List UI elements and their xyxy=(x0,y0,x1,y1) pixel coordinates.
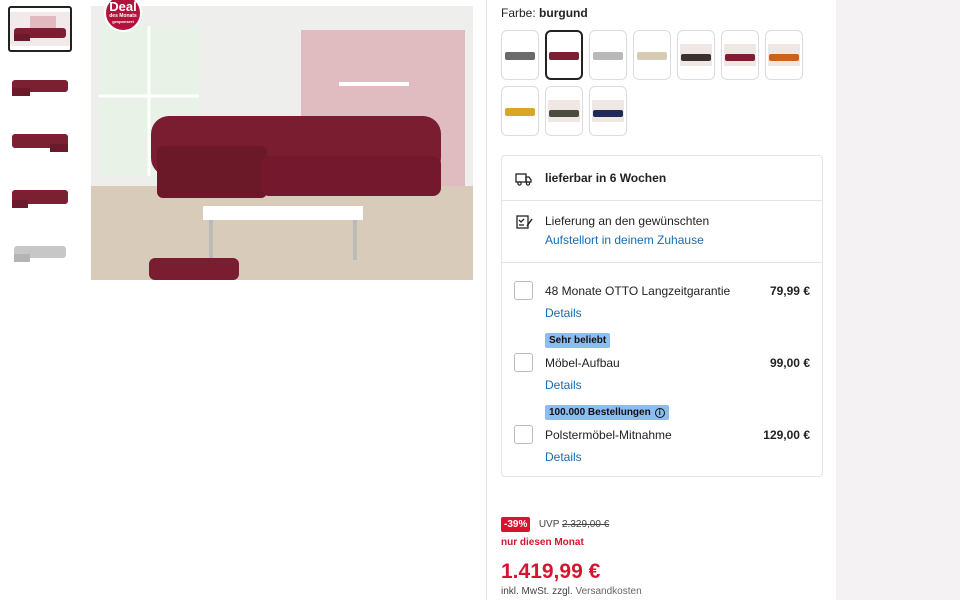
orders-count-badge-label: 100.000 Bestellungen xyxy=(549,407,651,418)
thumbnail-gallery xyxy=(8,6,74,286)
service-checkbox-pickup[interactable] xyxy=(514,425,533,444)
popular-badge-label: Sehr beliebt xyxy=(549,335,607,346)
service-checkbox-assembly[interactable] xyxy=(514,353,533,372)
swatch-4[interactable] xyxy=(633,30,671,80)
swatch-5[interactable] xyxy=(677,30,715,80)
separator xyxy=(502,262,822,263)
service-name-warranty: 48 Monate OTTO Langzeitgarantie xyxy=(545,284,731,298)
uvp-price: UVP 2.329,00 € xyxy=(539,519,609,530)
deal-badge-sponsored: gesponsert xyxy=(112,19,134,24)
thumbnail-1[interactable] xyxy=(8,6,72,52)
product-main-image[interactable] xyxy=(91,6,473,280)
service-price-warranty: 79,99 € xyxy=(769,284,810,298)
swatch-9[interactable] xyxy=(545,86,583,136)
service-details-link-assembly[interactable]: Details xyxy=(545,378,582,392)
info-icon[interactable]: i xyxy=(654,407,665,418)
column-divider xyxy=(486,0,487,600)
swatch-1[interactable] xyxy=(501,30,539,80)
swatch-10[interactable] xyxy=(589,86,627,136)
delivery-services-box: lieferbar in 6 Wochen Lieferung an den g… xyxy=(501,155,823,477)
thumbnail-2[interactable] xyxy=(8,62,72,108)
selected-color-name: burgund xyxy=(539,6,588,20)
service-checkbox-warranty[interactable] xyxy=(514,281,533,300)
service-name-pickup: Polstermöbel-Mitnahme xyxy=(545,428,672,442)
service-details-link-warranty[interactable]: Details xyxy=(545,306,582,320)
service-price-pickup: 129,00 € xyxy=(763,428,810,442)
price-section: -39% UVP 2.329,00 € nur diesen Monat 1.4… xyxy=(501,514,642,597)
thumbnail-3[interactable] xyxy=(8,118,72,164)
deal-badge-title: Deal xyxy=(109,0,137,14)
swatch-2[interactable] xyxy=(545,30,583,80)
thumbnail-4[interactable] xyxy=(8,174,72,220)
tax-info: inkl. MwSt. zzgl. Versandkosten xyxy=(501,586,642,597)
delivery-placement: Lieferung an den gewünschten Aufstellort… xyxy=(545,212,709,250)
tax-text: inkl. MwSt. zzgl. xyxy=(501,586,573,597)
service-name-assembly: Möbel-Aufbau xyxy=(545,356,620,370)
delivery-placement-link[interactable]: Aufstellort in deinem Zuhause xyxy=(545,231,709,250)
delivery-placement-text: Lieferung an den gewünschten xyxy=(545,214,710,228)
service-price-assembly: 99,00 € xyxy=(769,356,810,370)
uvp-label: UVP xyxy=(538,519,560,530)
service-details-link-pickup[interactable]: Details xyxy=(545,450,582,464)
discount-badge: -39% xyxy=(501,517,531,532)
separator xyxy=(502,200,822,201)
uvp-original-price: 2.329,00 € xyxy=(561,519,610,530)
swatch-8[interactable] xyxy=(501,86,539,136)
delivery-time: lieferbar in 6 Wochen xyxy=(545,171,667,185)
shipping-costs-link[interactable]: Versandkosten xyxy=(575,586,641,597)
truck-icon xyxy=(515,171,533,187)
color-label-prefix: Farbe: xyxy=(501,6,536,20)
color-label: Farbe: burgund xyxy=(501,6,588,20)
popular-badge: Sehr beliebt xyxy=(545,333,611,348)
clipboard-check-icon xyxy=(515,214,533,230)
swatch-3[interactable] xyxy=(589,30,627,80)
promo-text: nur diesen Monat xyxy=(501,537,584,548)
color-swatch-list xyxy=(501,30,811,136)
thumbnail-5[interactable] xyxy=(8,230,72,276)
current-price: 1.419,99 € xyxy=(501,560,601,583)
swatch-6[interactable] xyxy=(721,30,759,80)
swatch-7[interactable] xyxy=(765,30,803,80)
orders-count-badge: 100.000 Bestellungen i xyxy=(545,405,669,420)
page-margin-right xyxy=(836,0,960,600)
